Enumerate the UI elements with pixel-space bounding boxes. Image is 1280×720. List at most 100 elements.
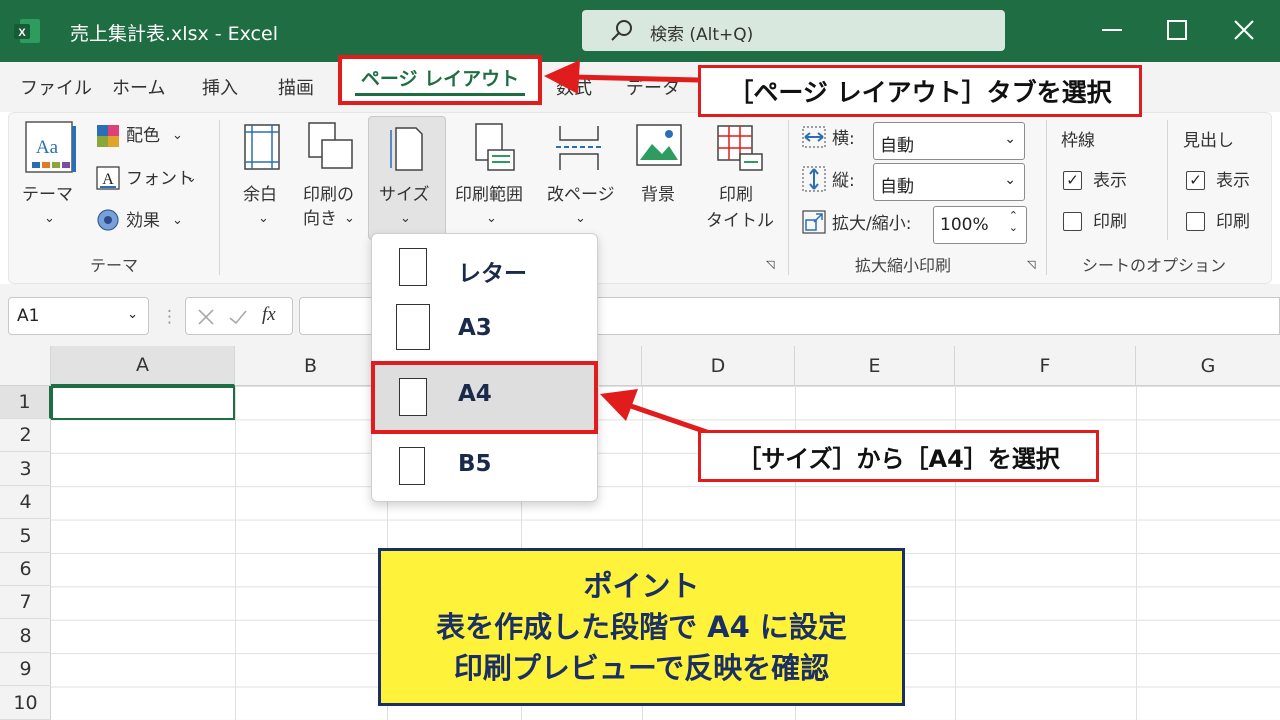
tab-data[interactable]: データ [626, 74, 680, 100]
scale-spinner[interactable]: 100% ⌃ ⌄ [933, 206, 1027, 244]
column-header[interactable]: G [1136, 346, 1280, 386]
colors-label[interactable]: 配色 [126, 123, 160, 149]
group-divider [788, 120, 789, 275]
orientation-chevron-icon: ⌄ [344, 211, 355, 226]
headings-print-label: 印刷 [1216, 212, 1250, 232]
tab-home[interactable]: ホーム [112, 74, 165, 100]
width-icon [802, 126, 826, 148]
point-title: ポイント [583, 568, 700, 603]
colors-icon[interactable] [96, 124, 120, 148]
column-header[interactable]: D [642, 346, 795, 386]
chevron-down-icon: ⌄ [1004, 172, 1016, 188]
grid-line [1136, 386, 1137, 720]
name-box[interactable]: A1 ⌄ [8, 297, 149, 335]
tab-insert[interactable]: 挿入 [202, 74, 238, 100]
page-icon [396, 304, 430, 350]
size-chevron-icon: ⌄ [400, 211, 411, 226]
row-header[interactable]: 9 [0, 653, 51, 687]
cancel-icon[interactable] [196, 307, 216, 327]
column-header[interactable]: F [955, 346, 1136, 386]
excel-app-icon: X [14, 19, 40, 43]
row-header[interactable]: 1 [0, 386, 51, 419]
orientation-icon[interactable] [308, 122, 354, 170]
column-header[interactable]: E [795, 346, 955, 386]
enter-check-icon[interactable] [228, 307, 248, 327]
tab-draw[interactable]: 描画 [278, 74, 314, 100]
row-header[interactable]: 4 [0, 486, 51, 520]
breaks-icon[interactable] [556, 124, 602, 172]
document-title: 売上集計表.xlsx - Excel [70, 23, 278, 45]
tab-file[interactable]: ファイル [20, 74, 92, 100]
close-icon[interactable] [1222, 10, 1266, 50]
headings-view-label: 表示 [1216, 171, 1250, 191]
gridlines-view-checkbox[interactable]: ✓ [1063, 171, 1082, 190]
orientation-label-1: 印刷の [303, 185, 354, 205]
more-dots-icon: ⋮ [161, 307, 178, 327]
row-header[interactable]: 6 [0, 553, 51, 586]
svg-text:Aa: Aa [36, 137, 59, 158]
search-box[interactable]: 検索 (Alt+Q) [582, 10, 1005, 51]
width-dropdown[interactable]: 自動 ⌄ [873, 122, 1025, 160]
theme-group-label: テーマ [90, 256, 139, 275]
column-header-bar: A B C D E F G [0, 346, 1280, 386]
fonts-label[interactable]: フォント [126, 166, 194, 192]
column-header[interactable]: A [51, 346, 235, 386]
print-area-icon[interactable] [470, 122, 516, 172]
gridlines-view-label: 表示 [1093, 171, 1127, 191]
margins-icon[interactable] [244, 124, 280, 170]
height-dropdown[interactable]: 自動 ⌄ [873, 163, 1025, 201]
sheet-options-group-label: シートのオプション [1082, 256, 1227, 275]
search-placeholder: 検索 (Alt+Q) [650, 25, 754, 45]
print-titles-icon[interactable] [716, 124, 764, 172]
search-icon [611, 20, 632, 41]
point-line-1: 表を作成した段階で A4 に設定 [436, 609, 847, 644]
print-area-chevron-icon: ⌄ [486, 211, 497, 226]
themes-icon[interactable]: Aa [24, 120, 78, 176]
background-icon[interactable] [636, 124, 682, 166]
size-option-label: A3 [458, 315, 492, 341]
page-setup-launcher-icon[interactable]: ◹ [766, 258, 774, 272]
tab-page-layout[interactable]: ページ レイアウト [338, 55, 542, 105]
breaks-chevron-icon: ⌄ [575, 211, 586, 226]
group-divider [1046, 120, 1047, 275]
gridlines-print-checkbox[interactable] [1063, 212, 1082, 231]
tab-formulas[interactable]: 数式 [556, 74, 592, 100]
headings-view-checkbox[interactable]: ✓ [1186, 171, 1205, 190]
grid-line [235, 386, 236, 720]
scale-launcher-icon[interactable]: ◹ [1027, 258, 1035, 272]
title-bar: X 売上集計表.xlsx - Excel 検索 (Alt+Q) [0, 0, 1280, 62]
row-header[interactable]: 7 [0, 586, 51, 620]
minimize-icon[interactable] [1090, 10, 1134, 50]
insert-function-icon[interactable]: fx [262, 304, 276, 326]
select-all-corner[interactable] [0, 346, 51, 386]
gridlines-print-label: 印刷 [1093, 212, 1127, 232]
headings-print-checkbox[interactable] [1186, 212, 1205, 231]
tab-page-layout-label: ページ レイアウト [354, 64, 526, 96]
headings-title: 見出し [1183, 131, 1234, 151]
row-header[interactable]: 2 [0, 419, 51, 453]
effects-label[interactable]: 効果 [126, 208, 160, 234]
a4-highlight-frame [371, 361, 598, 434]
scale-label: 拡大/縮小: [832, 214, 912, 234]
size-icon [390, 127, 423, 171]
print-area-label: 印刷範囲 [455, 185, 523, 205]
maximize-icon[interactable] [1155, 10, 1199, 50]
selected-cell-a1[interactable] [51, 386, 235, 420]
effects-icon[interactable] [96, 208, 120, 232]
size-option-label: レター [458, 261, 527, 287]
size-option-a3[interactable]: A3 [372, 298, 599, 364]
breaks-label: 改ページ [547, 185, 615, 205]
size-option-letter[interactable]: レター [372, 234, 599, 300]
height-value: 自動 [880, 177, 914, 197]
row-header[interactable]: 8 [0, 620, 51, 653]
row-header[interactable]: 3 [0, 453, 51, 486]
row-header[interactable]: 10 [0, 687, 51, 720]
scale-group-label: 拡大縮小印刷 [855, 256, 952, 275]
callout-size-a4: ［サイズ］から［A4］を選択 [698, 430, 1099, 482]
spinner-arrows-icon[interactable]: ⌃ ⌄ [1009, 210, 1018, 234]
column-header[interactable]: B [235, 346, 387, 386]
size-option-b5[interactable]: B5 [372, 434, 599, 500]
fonts-icon[interactable]: A [96, 166, 120, 190]
chevron-down-icon: ⌄ [1004, 131, 1016, 147]
row-header[interactable]: 5 [0, 520, 51, 553]
